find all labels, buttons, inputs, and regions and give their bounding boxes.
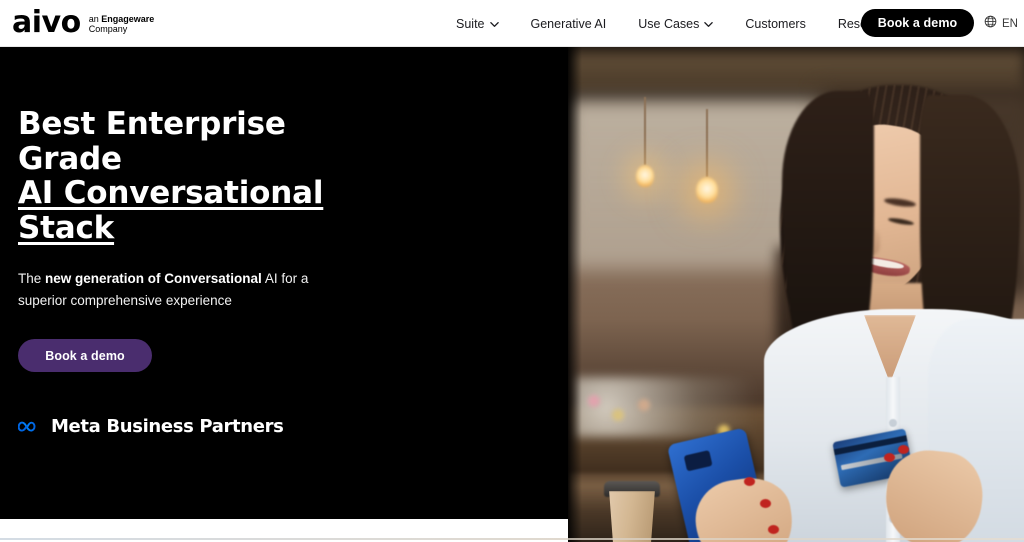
hero-subheadline: The new generation of Conversational AI … [18, 268, 328, 313]
nav-item-generative-ai[interactable]: Generative AI [515, 17, 623, 31]
aivo-wordmark: aivo [12, 5, 81, 40]
meta-business-partners-badge: Meta Business Partners [17, 416, 538, 438]
hero-left-panel: Best Enterprise Grade AI Conversational … [0, 47, 568, 519]
chevron-down-icon [704, 20, 714, 29]
cafe-photo [568, 47, 1024, 542]
hero-content: Best Enterprise Grade AI Conversational … [17, 107, 538, 438]
tagline-prefix: an [88, 13, 102, 24]
page-bottom-divider [0, 538, 1024, 540]
chevron-down-icon [489, 20, 499, 29]
headline-line-4: Stack [18, 210, 115, 247]
subhead-bold: new generation of Conversational [45, 270, 262, 286]
language-selector[interactable]: EN [984, 15, 1018, 33]
nav-label: Suite [456, 16, 485, 31]
main-navigation: Suite Generative AI Use Cases Customers … [440, 0, 928, 47]
headline-line-3: AI Conversational [18, 175, 324, 212]
nav-item-customers[interactable]: Customers [729, 17, 821, 31]
photo-left-vignette [568, 47, 582, 542]
meta-infinity-icon [17, 419, 44, 435]
hero-headline: Best Enterprise Grade AI Conversational … [18, 107, 538, 246]
brand-logo[interactable]: aivo an Engageware Company [12, 8, 154, 38]
subhead-prefix: The [18, 270, 46, 286]
nav-item-use-cases[interactable]: Use Cases [622, 17, 729, 31]
landing-page: aivo an Engageware Company Suite Generat… [0, 0, 1024, 542]
headline-line-1: Best Enterprise [18, 106, 286, 142]
site-header: aivo an Engageware Company Suite Generat… [0, 0, 1024, 47]
meta-partners-label: Meta Business Partners [51, 416, 284, 438]
hero-section: Best Enterprise Grade AI Conversational … [0, 47, 1024, 542]
hero-book-demo-button[interactable]: Book a demo [18, 339, 152, 373]
photo-coffee-cup [604, 477, 662, 542]
nav-label: Generative AI [530, 16, 607, 31]
nav-label: Customers [745, 16, 806, 31]
nav-item-suite[interactable]: Suite [440, 17, 515, 31]
tagline-brand: Engageware [101, 13, 155, 24]
headline-line-2: Grade [18, 140, 122, 177]
header-book-demo-button[interactable]: Book a demo [861, 9, 974, 37]
photo-woman [568, 47, 1024, 542]
tagline-company: Company [88, 24, 128, 34]
globe-icon [984, 15, 997, 33]
language-code: EN [1002, 18, 1018, 30]
engageware-tagline: an Engageware Company [89, 12, 155, 34]
hero-image [568, 47, 1024, 542]
nav-label: Use Cases [638, 16, 700, 31]
